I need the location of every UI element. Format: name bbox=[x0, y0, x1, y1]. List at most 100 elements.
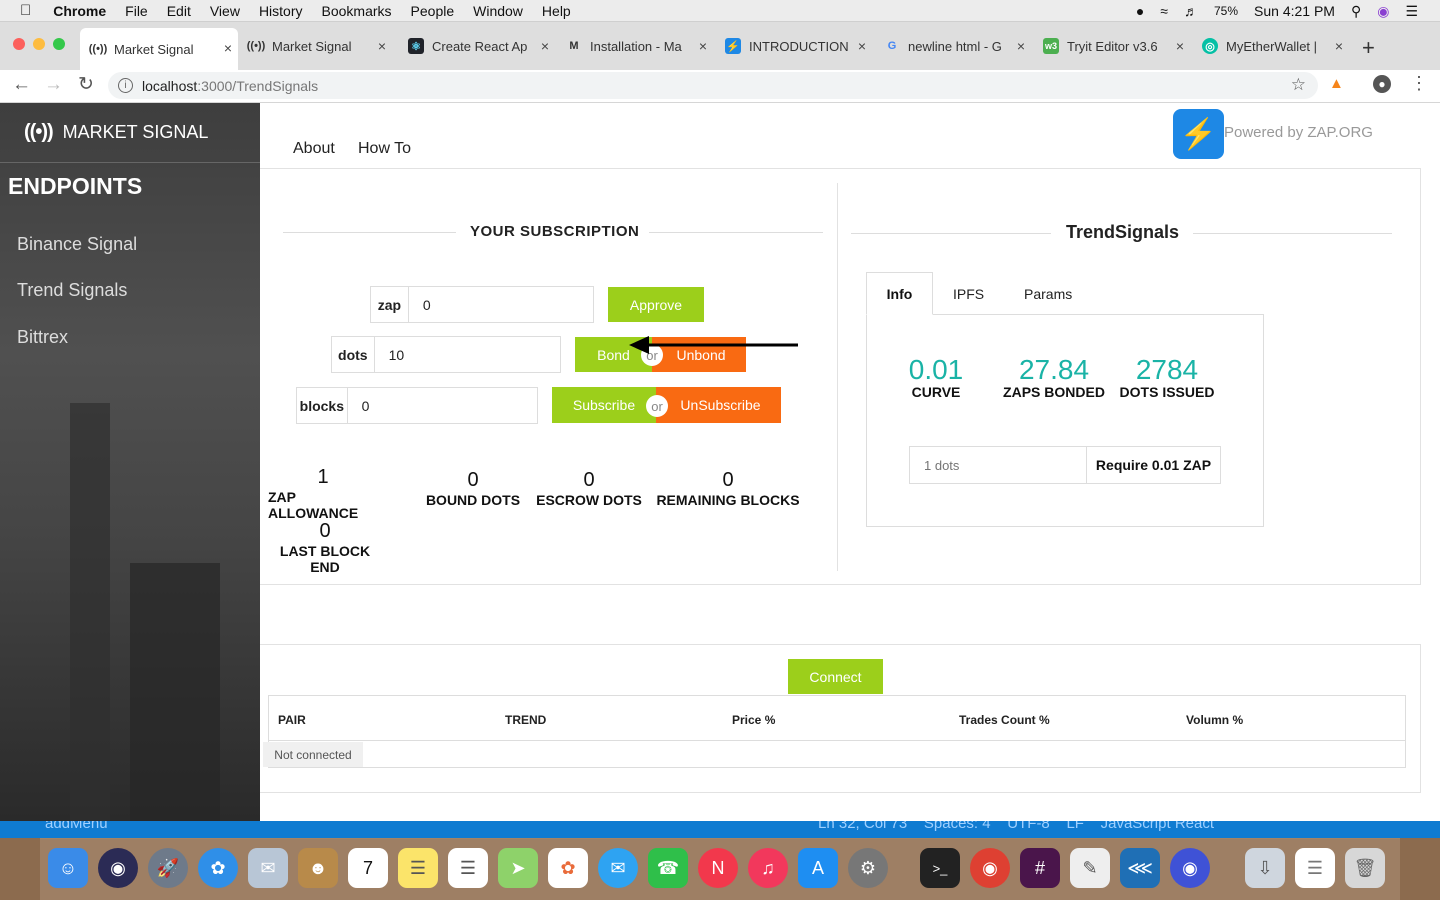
tab-introduction[interactable]: ⚡ INTRODUCTION × bbox=[717, 32, 872, 60]
apple-icon[interactable]:  bbox=[20, 2, 31, 19]
chrome-menu-icon[interactable]: ⋮ bbox=[1410, 73, 1428, 94]
close-tab-icon[interactable]: × bbox=[1017, 38, 1025, 54]
calendar-icon[interactable]: 7 bbox=[348, 848, 388, 888]
menu-view[interactable]: View bbox=[210, 3, 240, 19]
dots-query-input[interactable] bbox=[909, 446, 1087, 484]
menu-edit[interactable]: Edit bbox=[167, 3, 191, 19]
col-price[interactable]: Price % bbox=[732, 713, 775, 727]
vscode-icon[interactable]: ⋘ bbox=[1120, 848, 1160, 888]
finder-icon[interactable]: ☺ bbox=[48, 848, 88, 888]
music-icon[interactable]: ♫ bbox=[748, 848, 788, 888]
safari-icon[interactable]: ✿ bbox=[198, 848, 238, 888]
trash-icon[interactable]: 🗑 bbox=[1345, 848, 1385, 888]
connect-button[interactable]: Connect bbox=[788, 659, 883, 694]
tab-market-signal[interactable]: ((•)) Market Signal × bbox=[240, 32, 392, 60]
address-bar[interactable]: i localhost:3000/TrendSignals ☆ bbox=[108, 72, 1318, 99]
tab-title: Installation - Ma bbox=[590, 38, 682, 54]
tab-info[interactable]: Info bbox=[866, 272, 933, 315]
reminders-icon[interactable]: ☰ bbox=[448, 848, 488, 888]
tab-params[interactable]: Params bbox=[1024, 286, 1072, 302]
tab-tryit-editor[interactable]: w3 Tryit Editor v3.6 × bbox=[1035, 32, 1190, 60]
slack-icon[interactable]: # bbox=[1020, 848, 1060, 888]
metric-zaps-bonded: 27.84 ZAPS BONDED bbox=[999, 354, 1109, 400]
close-tab-icon[interactable]: × bbox=[378, 38, 386, 54]
close-tab-icon[interactable]: × bbox=[224, 40, 232, 56]
notification-center-icon[interactable]: ☰ bbox=[1405, 3, 1418, 20]
news-icon[interactable]: N bbox=[698, 848, 738, 888]
close-tab-icon[interactable]: × bbox=[858, 38, 866, 54]
zap-input[interactable] bbox=[408, 287, 593, 322]
tab-myetherwallet[interactable]: ◎ MyEtherWallet | × bbox=[1194, 32, 1349, 60]
approve-button[interactable]: Approve bbox=[608, 287, 704, 322]
tab-newline-html[interactable]: G newline html - G × bbox=[876, 32, 1031, 60]
system-preferences-icon[interactable]: ⚙ bbox=[848, 848, 888, 888]
firefox-icon[interactable]: ◉ bbox=[1170, 848, 1210, 888]
siri-icon[interactable]: ◉ bbox=[1377, 3, 1389, 20]
mail-icon[interactable]: ✉ bbox=[248, 848, 288, 888]
metamask-extension-icon[interactable]: ▲ bbox=[1329, 75, 1344, 92]
dots-input[interactable] bbox=[374, 337, 560, 372]
menu-app-name[interactable]: Chrome bbox=[53, 3, 106, 19]
onepassword-icon[interactable]: ● bbox=[1136, 3, 1144, 19]
volume-icon[interactable]: ♬ bbox=[1184, 3, 1198, 19]
require-zap-button[interactable]: Require 0.01 ZAP bbox=[1086, 446, 1221, 484]
menu-window[interactable]: Window bbox=[473, 3, 523, 19]
battery-percent[interactable]: 75% bbox=[1214, 4, 1238, 18]
new-tab-icon[interactable]: + bbox=[1362, 35, 1375, 61]
tab-ipfs[interactable]: IPFS bbox=[953, 286, 984, 302]
tab-installation[interactable]: M Installation - Ma × bbox=[558, 32, 713, 60]
nav-about[interactable]: About bbox=[293, 140, 335, 158]
close-tab-icon[interactable]: × bbox=[699, 38, 707, 54]
profile-icon[interactable]: ● bbox=[1373, 75, 1391, 93]
sidebar-brand[interactable]: ((•)) MARKET SIGNAL bbox=[0, 103, 260, 163]
sidebar-item-trend-signals[interactable]: Trend Signals bbox=[17, 280, 127, 301]
sidebar-item-bittrex[interactable]: Bittrex bbox=[17, 327, 68, 348]
wifi-icon[interactable]: ≈ bbox=[1160, 3, 1168, 19]
col-trades-count[interactable]: Trades Count % bbox=[959, 713, 1050, 727]
contacts-icon[interactable]: ☻ bbox=[298, 848, 338, 888]
close-tab-icon[interactable]: × bbox=[1176, 38, 1184, 54]
nav-how-to[interactable]: How To bbox=[358, 140, 411, 158]
unsubscribe-button[interactable]: UnSubscribe bbox=[656, 387, 781, 423]
facetime-icon[interactable]: ☎ bbox=[648, 848, 688, 888]
terminal-icon[interactable]: >_ bbox=[920, 848, 960, 888]
menu-file[interactable]: File bbox=[125, 3, 148, 19]
subscribe-button[interactable]: Subscribe bbox=[552, 387, 656, 423]
back-icon[interactable]: ← bbox=[12, 74, 31, 96]
downloads-folder-icon[interactable]: ⇩ bbox=[1245, 848, 1285, 888]
tab-create-react-app[interactable]: ⚛ Create React Ap × bbox=[400, 32, 555, 60]
reload-icon[interactable]: ↻ bbox=[78, 73, 94, 96]
minimize-window-button[interactable] bbox=[33, 38, 45, 50]
siri-icon[interactable]: ◉ bbox=[98, 848, 138, 888]
close-tab-icon[interactable]: × bbox=[1335, 38, 1343, 54]
app-store-icon[interactable]: A bbox=[798, 848, 838, 888]
zap-logo[interactable]: ⚡ bbox=[1173, 109, 1224, 159]
col-pair[interactable]: PAIR bbox=[278, 713, 306, 727]
info-icon[interactable]: i bbox=[118, 78, 133, 93]
powered-by[interactable]: Powered by ZAP.ORG bbox=[1224, 124, 1373, 141]
clock[interactable]: Sun 4:21 PM bbox=[1254, 3, 1335, 19]
close-window-button[interactable] bbox=[13, 38, 25, 50]
menu-people[interactable]: People bbox=[411, 3, 455, 19]
sidebar-item-binance-signal[interactable]: Binance Signal bbox=[17, 234, 137, 255]
spotlight-icon[interactable]: ⚲ bbox=[1351, 3, 1361, 20]
menu-help[interactable]: Help bbox=[542, 3, 571, 19]
launchpad-icon[interactable]: 🚀 bbox=[148, 848, 188, 888]
document-stack-icon[interactable]: ☰ bbox=[1295, 848, 1335, 888]
tab-market-signal-active[interactable]: ((•)) Market Signal × bbox=[80, 28, 238, 70]
blocks-input[interactable] bbox=[347, 388, 537, 423]
zoom-window-button[interactable] bbox=[53, 38, 65, 50]
col-trend[interactable]: TREND bbox=[505, 713, 546, 727]
chrome-icon[interactable]: ◉ bbox=[970, 848, 1010, 888]
bookmark-star-icon[interactable]: ☆ bbox=[1291, 75, 1306, 95]
col-volume[interactable]: Volumn % bbox=[1186, 713, 1243, 727]
maps-icon[interactable]: ➤ bbox=[498, 848, 538, 888]
close-tab-icon[interactable]: × bbox=[541, 38, 549, 54]
textedit-icon[interactable]: ✎ bbox=[1070, 848, 1110, 888]
forward-icon[interactable]: → bbox=[44, 74, 63, 96]
notes-icon[interactable]: ☰ bbox=[398, 848, 438, 888]
photos-icon[interactable]: ✿ bbox=[548, 848, 588, 888]
menu-bookmarks[interactable]: Bookmarks bbox=[322, 3, 392, 19]
menu-history[interactable]: History bbox=[259, 3, 303, 19]
messages-icon[interactable]: ✉ bbox=[598, 848, 638, 888]
